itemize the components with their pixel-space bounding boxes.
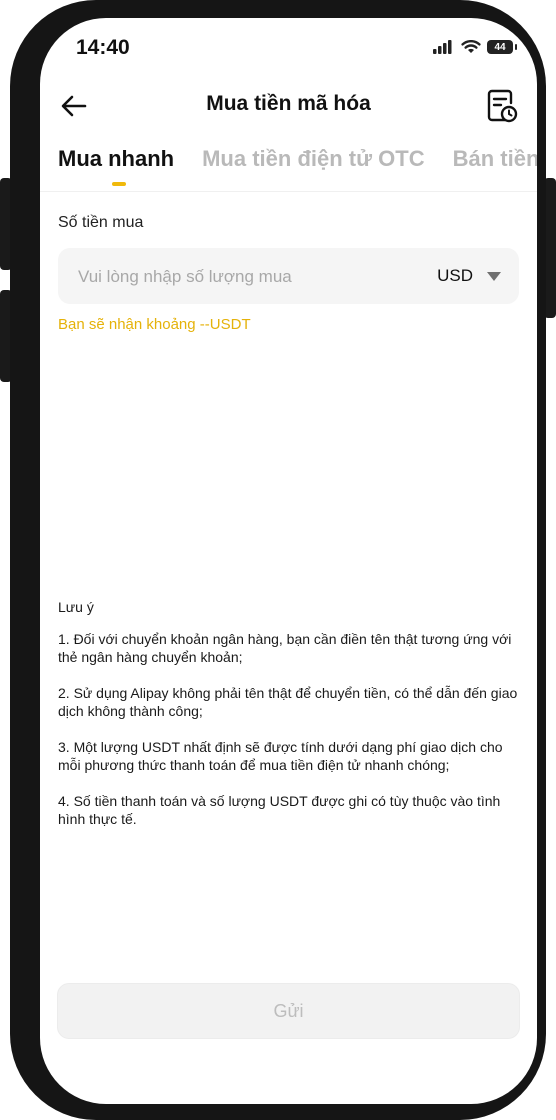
tab-bar: Mua nhanh Mua tiền điện tử OTC Bán tiền [58, 146, 537, 192]
amount-label: Số tiền mua [58, 214, 144, 231]
tab-otc-buy-label: Mua tiền điện tử OTC [202, 146, 425, 171]
page-header: Mua tiền mã hóa [40, 80, 537, 130]
notes-section: Lưu ý 1. Đối với chuyển khoản ngân hàng,… [58, 598, 520, 846]
amount-input[interactable] [76, 248, 410, 306]
currency-select[interactable]: USD [437, 248, 501, 304]
note-item: 1. Đối với chuyển khoản ngân hàng, bạn c… [58, 631, 512, 665]
status-icons: 44 [433, 40, 517, 54]
receive-estimate: Bạn sẽ nhận khoảng --USDT [58, 316, 251, 333]
notes-title: Lưu ý [58, 599, 94, 615]
battery-icon: 44 [487, 40, 517, 54]
tab-quick-buy[interactable]: Mua nhanh [58, 146, 175, 186]
phone-mockup: 14:40 44 Mua tiền mã hóa Mua nhanh Mua t… [0, 0, 556, 1120]
signal-icon [433, 40, 452, 54]
tab-quick-buy-label: Mua nhanh [58, 146, 175, 171]
wifi-icon [461, 40, 481, 53]
tab-divider [40, 191, 537, 192]
caret-down-icon [487, 271, 501, 281]
tab-sell-label: Bán tiền [452, 146, 537, 171]
status-time: 14:40 [76, 36, 130, 59]
tab-otc-buy[interactable]: Mua tiền điện tử OTC [202, 146, 424, 172]
battery-level: 44 [494, 41, 506, 53]
page-title: Mua tiền mã hóa [206, 92, 371, 115]
order-history-button[interactable] [485, 88, 519, 124]
submit-button[interactable]: Gửi [57, 983, 520, 1039]
phone-frame: 14:40 44 Mua tiền mã hóa Mua nhanh Mua t… [10, 0, 546, 1120]
order-history-icon [487, 89, 518, 123]
note-item: 3. Một lượng USDT nhất định sẽ được tính… [58, 739, 503, 773]
currency-label: USD [437, 266, 473, 285]
note-item: 4. Số tiền thanh toán và số lượng USDT đ… [58, 793, 501, 827]
note-item: 2. Sử dụng Alipay không phải tên thật để… [58, 685, 518, 719]
active-tab-indicator [112, 182, 126, 186]
tab-sell[interactable]: Bán tiền [453, 146, 537, 172]
app-screen: 14:40 44 Mua tiền mã hóa Mua nhanh Mua t… [40, 18, 537, 1104]
amount-field-box: USD [58, 248, 519, 306]
